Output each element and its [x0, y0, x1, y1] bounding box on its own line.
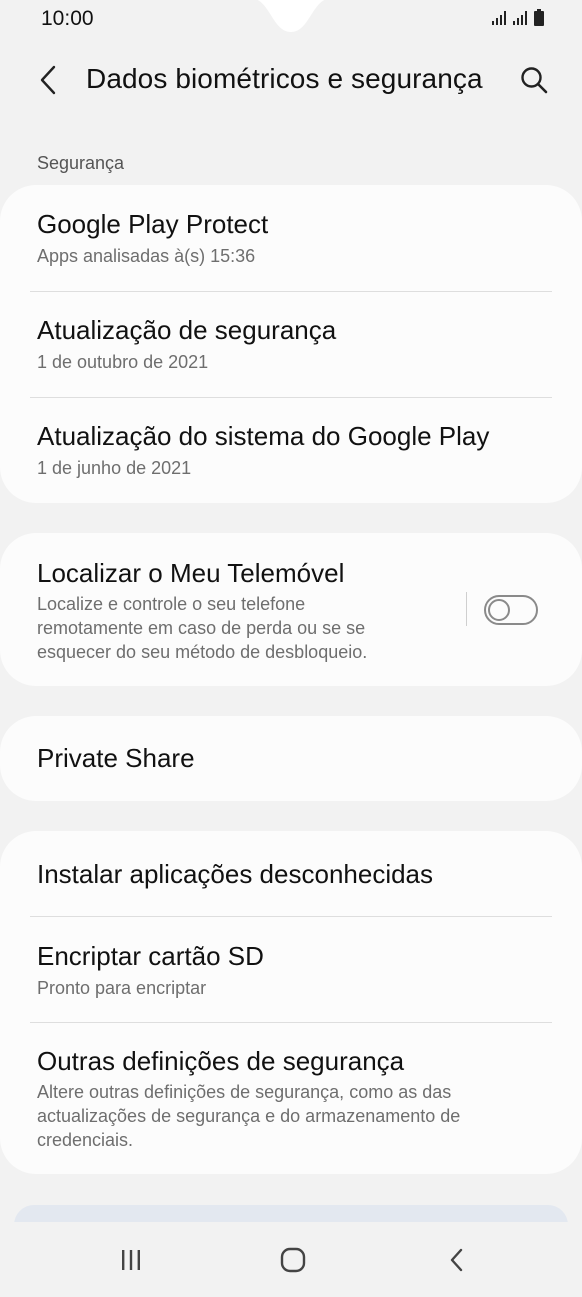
list-item-google-play-protect[interactable]: Google Play Protect Apps analisadas à(s)…: [37, 209, 552, 268]
find-my-mobile-toggle[interactable]: [484, 595, 538, 625]
item-subtitle: Apps analisadas à(s) 15:36: [37, 246, 256, 266]
list-item-other-security-settings[interactable]: Outras definições de segurança Altere ou…: [37, 1046, 552, 1152]
divider: [30, 1022, 552, 1023]
subtitle-line: remotamente em caso de perda ou se se: [37, 618, 366, 638]
list-item-private-share[interactable]: Private Share: [37, 743, 552, 774]
item-title: Atualização do sistema do Google Play: [37, 421, 490, 451]
security-card: Google Play Protect Apps analisadas à(s)…: [0, 185, 582, 503]
status-bar: 10:00: [0, 0, 582, 40]
navigation-bar: [0, 1222, 582, 1297]
subtitle-line: esquecer do seu método de desbloqueio.: [37, 642, 368, 662]
other-settings-card: Instalar aplicações desconhecidas Encrip…: [0, 831, 582, 1174]
page-title: Dados biométricos e segurança: [86, 63, 483, 94]
signal-icon: [492, 11, 506, 25]
item-title: Atualização de segurança: [37, 315, 337, 345]
item-title: Private Share: [37, 743, 195, 773]
status-time: 10:00: [41, 7, 94, 30]
subtitle-line: credenciais.: [37, 1130, 134, 1150]
list-item-encrypt-sd-card[interactable]: Encriptar cartão SD Pronto para encripta…: [37, 941, 552, 1000]
section-label: Segurança: [37, 153, 125, 173]
item-title: Google Play Protect: [37, 209, 269, 239]
search-button[interactable]: [516, 62, 552, 98]
private-share-card: Private Share: [0, 716, 582, 801]
camera-notch: [257, 0, 325, 32]
signal-icon: [513, 11, 527, 25]
search-icon: [521, 67, 548, 94]
settings-screen: 10:00 Dados biométricos e segurança Segu…: [0, 0, 582, 1297]
item-title: Encriptar cartão SD: [37, 941, 264, 971]
item-subtitle: Pronto para encriptar: [37, 978, 207, 998]
home-icon: [280, 1247, 306, 1273]
subtitle-line: actualizações de segurança e do armazena…: [37, 1106, 461, 1126]
divider: [30, 291, 552, 292]
back-icon: [450, 1248, 463, 1272]
list-item-install-unknown-apps[interactable]: Instalar aplicações desconhecidas: [37, 859, 552, 890]
battery-icon: [534, 9, 544, 26]
toggle-knob: [488, 599, 510, 621]
subtitle-line: Altere outras definições de segurança, c…: [37, 1082, 452, 1102]
list-item-google-play-system-update[interactable]: Atualização do sistema do Google Play 1 …: [37, 421, 552, 480]
divider: [30, 916, 552, 917]
status-icons: [492, 9, 544, 26]
list-item-find-my-mobile[interactable]: Localizar o Meu Telemóvel Localize e con…: [37, 558, 452, 664]
nav-back-button[interactable]: [432, 1240, 482, 1280]
home-button[interactable]: [268, 1240, 318, 1280]
app-header: Dados biométricos e segurança: [0, 52, 582, 108]
chevron-left-icon: [40, 65, 56, 95]
item-subtitle: Localize e controle o seu telefone remot…: [37, 592, 452, 664]
toggle-separator: [466, 592, 467, 626]
back-button[interactable]: [30, 62, 66, 98]
item-title: Instalar aplicações desconhecidas: [37, 859, 434, 889]
list-item-security-update[interactable]: Atualização de segurança 1 de outubro de…: [37, 315, 552, 374]
recents-icon: [122, 1250, 140, 1270]
recents-button[interactable]: [106, 1240, 156, 1280]
item-subtitle: 1 de junho de 2021: [37, 458, 192, 478]
divider: [30, 397, 552, 398]
item-subtitle: 1 de outubro de 2021: [37, 352, 209, 372]
item-title: Outras definições de segurança: [37, 1046, 405, 1076]
item-title: Localizar o Meu Telemóvel: [37, 558, 345, 588]
subtitle-line: Localize e controle o seu telefone: [37, 594, 306, 614]
item-subtitle: Altere outras definições de segurança, c…: [37, 1080, 552, 1152]
find-device-card: Localizar o Meu Telemóvel Localize e con…: [0, 533, 582, 686]
